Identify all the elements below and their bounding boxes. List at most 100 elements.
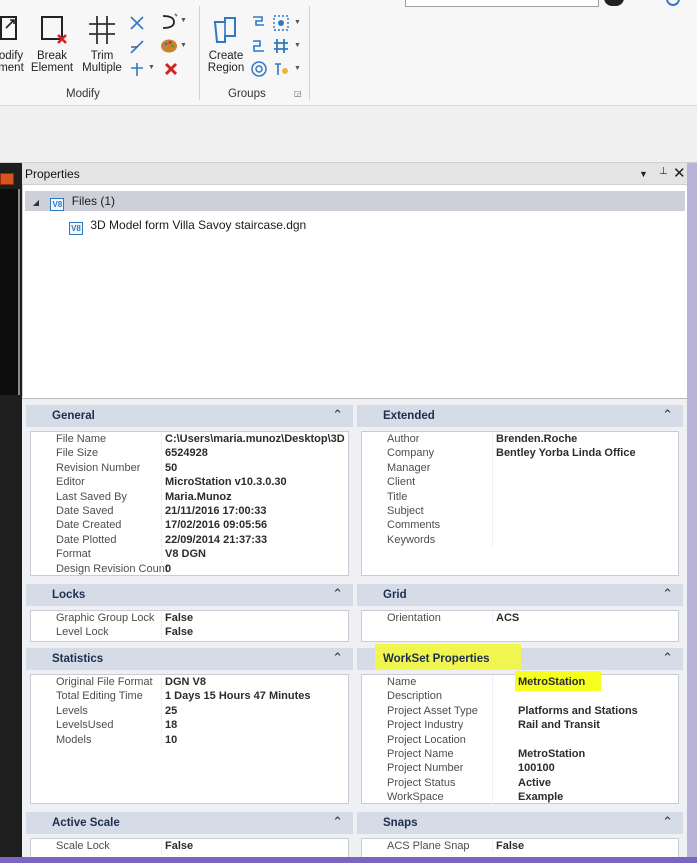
property-row[interactable]: Format V8 DGN [31, 547, 348, 562]
help-icon[interactable] [666, 0, 680, 6]
property-row[interactable]: Project Number 100100 [362, 761, 678, 776]
trim-multiple-button[interactable]: Trim Multiple [78, 14, 126, 74]
section-header[interactable]: Locks ⌃ [26, 584, 353, 606]
tree-file-row[interactable]: V8 3D Model form Villa Savoy staircase.d… [69, 215, 306, 235]
section-header[interactable]: Extended ⌃ [357, 405, 683, 427]
pin-icon[interactable]: ⊥ [659, 166, 668, 177]
section-header[interactable]: Statistics ⌃ [26, 648, 353, 670]
section-header[interactable]: Grid ⌃ [357, 584, 683, 606]
ungroup-icon[interactable] [250, 37, 268, 55]
dropdown-arrow-icon[interactable]: ▼ [148, 64, 155, 71]
property-row[interactable]: Models 10 [31, 732, 348, 747]
property-row[interactable]: Last Saved By Maria.Munoz [31, 489, 348, 504]
property-row[interactable]: ACS Plane Snap False [362, 839, 678, 854]
dialog-launcher-icon[interactable]: ◲ [294, 89, 302, 98]
property-row[interactable]: Date Plotted 22/09/2014 21:37:33 [31, 532, 348, 548]
property-key: Date Saved [56, 504, 114, 517]
property-row[interactable]: Company Bentley Yorba Linda Office [362, 446, 678, 461]
property-key: Description [387, 690, 443, 703]
search-input[interactable] [406, 0, 598, 7]
section-workset-properties: WorkSet Properties ⌃ Name MetroStation De… [357, 644, 683, 806]
property-row[interactable]: Project Status Active [362, 775, 678, 791]
property-row[interactable]: Levels 25 [31, 703, 348, 719]
hatch-icon[interactable] [272, 37, 290, 55]
target-icon[interactable] [250, 60, 268, 78]
property-row[interactable]: Scale Lock False [31, 839, 348, 854]
property-row[interactable]: Author Brenden.Roche [362, 432, 678, 447]
dropdown-arrow-icon[interactable]: ▼ [180, 17, 187, 24]
collapse-caret-icon[interactable]: ⌃ [662, 586, 673, 602]
section-header[interactable]: General ⌃ [26, 405, 353, 427]
expand-arrow-icon[interactable]: ◢ [25, 193, 47, 213]
panel-menu-icon[interactable]: ▼ [639, 169, 648, 179]
search-box[interactable] [405, 0, 599, 7]
collapse-caret-icon[interactable]: ⌃ [662, 650, 673, 666]
trim-to-intersection-icon[interactable] [128, 60, 146, 78]
property-row[interactable]: LevelsUsed 18 [31, 718, 348, 733]
property-row[interactable]: Project Industry Rail and Transit [362, 718, 678, 733]
property-value: Active [518, 776, 552, 789]
section-body: Name MetroStation Description Project Ass… [361, 671, 679, 805]
dropdown-arrow-icon[interactable]: ▼ [294, 65, 301, 72]
property-row[interactable]: Editor MicroStation v10.3.0.30 [31, 475, 348, 490]
dropdown-arrow-icon[interactable]: ▼ [180, 42, 187, 49]
property-row[interactable]: Graphic Group Lock False [31, 611, 348, 626]
property-value: Maria.Munoz [165, 490, 232, 503]
property-row[interactable]: Total Editing Time 1 Days 15 Hours 47 Min… [31, 689, 348, 704]
property-row[interactable]: Date Created 17/02/2016 09:05:56 [31, 518, 348, 533]
property-key: Project Number [387, 762, 464, 775]
property-row[interactable]: Orientation ACS [362, 611, 678, 626]
section-header[interactable]: Snaps ⌃ [357, 812, 683, 834]
property-row[interactable]: File Size 6524928 [31, 446, 348, 461]
fillet-icon[interactable] [160, 12, 178, 30]
dropdown-arrow-icon[interactable]: ▼ [294, 42, 301, 49]
property-row[interactable]: Project Name MetroStation [362, 746, 678, 762]
property-row[interactable]: Level Lock False [31, 625, 348, 640]
property-row[interactable]: Description [362, 689, 678, 704]
group-icon[interactable] [250, 14, 268, 32]
property-row[interactable]: Subject [362, 503, 678, 519]
close-icon[interactable]: ✕ [673, 164, 686, 182]
property-row[interactable]: Project Asset Type Platforms and Stations [362, 703, 678, 719]
property-row[interactable]: Date Saved 21/11/2016 17:00:33 [31, 503, 348, 519]
user-icon[interactable] [604, 0, 624, 6]
collapse-caret-icon[interactable]: ⌃ [662, 814, 673, 830]
tree-root-row[interactable]: ◢ V8 Files (1) [25, 191, 685, 211]
delete-icon[interactable] [162, 60, 180, 78]
dropdown-arrow-icon[interactable]: ▼ [294, 19, 301, 26]
section-grid: Grid ⌃ Orientation ACS [357, 584, 683, 642]
property-row[interactable]: Client [362, 475, 678, 490]
collapse-caret-icon[interactable]: ⌃ [332, 650, 343, 666]
property-row[interactable]: Original File Format DGN V8 [31, 675, 348, 690]
property-row[interactable]: Title [362, 489, 678, 504]
select-group-icon[interactable] [272, 14, 290, 32]
collapse-caret-icon[interactable]: ⌃ [332, 814, 343, 830]
collapse-caret-icon[interactable]: ⌃ [332, 407, 343, 423]
property-row[interactable]: Design Revision Count 0 [31, 561, 348, 576]
palette-icon[interactable] [160, 37, 178, 55]
modify-element-button[interactable]: odify ment [0, 14, 26, 74]
property-row[interactable]: WorkSpace Example [362, 790, 678, 805]
section-title: Snaps [383, 817, 418, 829]
property-row[interactable]: File Name C:\Users\maria.munoz\Desktop\3D [31, 432, 348, 447]
section-header[interactable]: WorkSet Properties ⌃ [357, 644, 683, 670]
tag-icon[interactable] [272, 60, 290, 78]
property-row[interactable]: Comments [362, 518, 678, 533]
extend-icon[interactable] [128, 38, 146, 56]
close-view-icon[interactable] [0, 173, 14, 185]
ribbon: odify ment Break Element Trim Multiple ▼… [0, 0, 697, 106]
property-row[interactable]: Revision Number 50 [31, 460, 348, 476]
property-key: Subject [387, 504, 424, 517]
property-row[interactable]: Name MetroStation [362, 671, 678, 691]
collapse-caret-icon[interactable]: ⌃ [332, 586, 343, 602]
break-element-button[interactable]: Break Element [28, 14, 76, 74]
property-value: 50 [165, 461, 178, 474]
property-row[interactable]: Manager [362, 460, 678, 476]
section-header[interactable]: Active Scale ⌃ [26, 812, 353, 834]
create-region-button[interactable]: Create Region [204, 14, 248, 74]
collapse-caret-icon[interactable]: ⌃ [662, 407, 673, 423]
property-row[interactable]: Keywords [362, 532, 678, 548]
trim-multiple-label-2: Multiple [82, 62, 122, 74]
property-row[interactable]: Project Location [362, 732, 678, 747]
intersect-icon[interactable] [128, 14, 146, 32]
